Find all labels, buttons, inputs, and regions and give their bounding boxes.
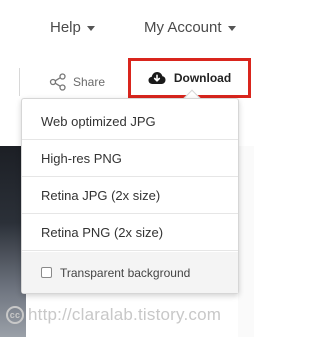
- chevron-down-icon: [227, 26, 236, 31]
- creative-commons-icon: cc: [6, 306, 24, 324]
- download-dropdown: Web optimized JPG High-res PNG Retina JP…: [21, 98, 239, 294]
- chevron-down-icon: [86, 26, 95, 31]
- share-label: Share: [73, 75, 106, 89]
- menu-item-highres-png[interactable]: High-res PNG: [22, 140, 238, 177]
- menu-item-retina-jpg[interactable]: Retina JPG (2x size): [22, 177, 238, 214]
- watermark-text: http://claralab.tistory.com: [28, 305, 222, 324]
- share-icon: [49, 73, 66, 91]
- menu-item-web-jpg[interactable]: Web optimized JPG: [22, 103, 238, 140]
- toolbar-divider: [19, 68, 20, 96]
- share-button[interactable]: Share: [49, 70, 105, 94]
- transparent-checkbox[interactable]: [41, 267, 52, 278]
- transparent-background-option[interactable]: Transparent background: [22, 252, 238, 293]
- help-menu[interactable]: Help: [50, 19, 95, 36]
- cloud-download-icon: [148, 72, 166, 84]
- background-panel: [238, 146, 254, 337]
- transparent-label: Transparent background: [60, 265, 191, 280]
- watermark: cc http://claralab.tistory.com: [6, 305, 221, 325]
- account-menu[interactable]: My Account: [144, 19, 236, 36]
- menu-item-retina-png[interactable]: Retina PNG (2x size): [22, 214, 238, 251]
- account-label: My Account: [144, 19, 222, 36]
- help-label: Help: [50, 19, 81, 36]
- download-label: Download: [173, 71, 232, 85]
